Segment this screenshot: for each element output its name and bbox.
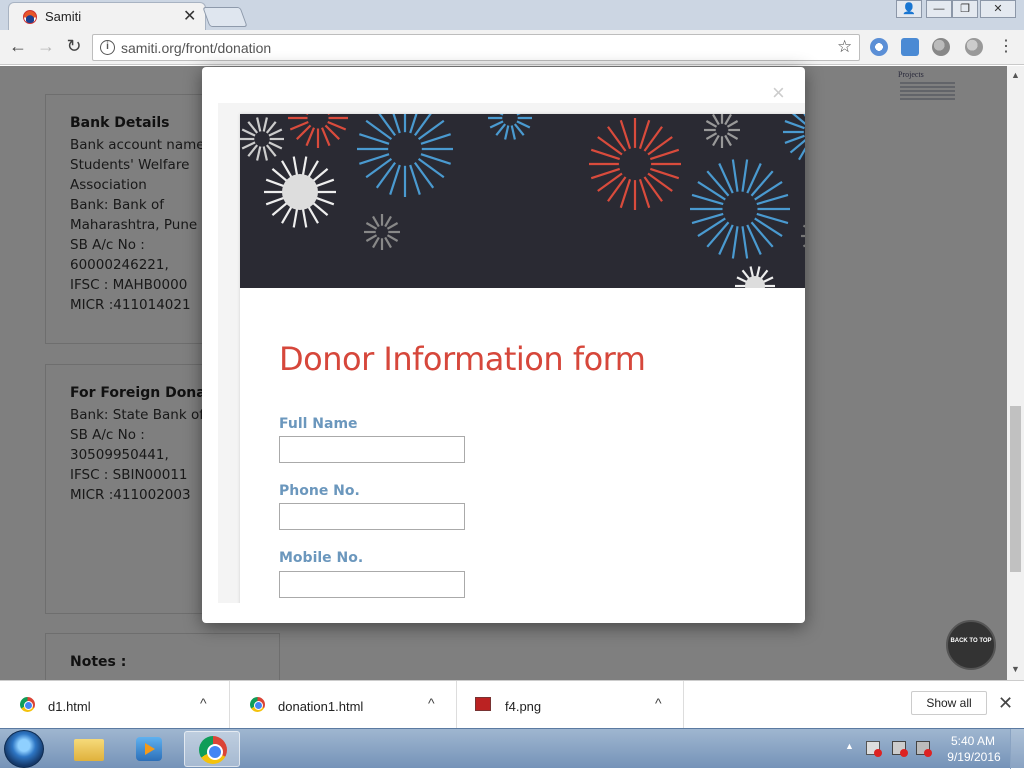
- chrome-icon: [199, 736, 227, 764]
- chrome-icon: [20, 697, 35, 712]
- fireworks-banner: [240, 114, 805, 288]
- download-item[interactable]: d1.html ^: [0, 681, 230, 729]
- address-bar[interactable]: i samiti.org/front/donation ☆: [92, 34, 860, 61]
- tab-close-icon[interactable]: ✕: [183, 6, 196, 26]
- firework-burst: [783, 114, 805, 161]
- extension-icon[interactable]: [870, 38, 888, 56]
- download-item[interactable]: f4.png ^: [457, 681, 684, 729]
- folder-icon: [74, 739, 104, 761]
- error-badge-icon: [874, 749, 882, 757]
- form-card: Donor Information form Full Name Phone N…: [240, 114, 805, 603]
- taskbar-chrome-button[interactable]: [184, 731, 240, 767]
- new-tab-button[interactable]: [202, 7, 248, 27]
- title-bar: Samiti ✕ 👤 — ❐ ✕: [0, 0, 1024, 30]
- extension-icon[interactable]: [901, 38, 919, 56]
- download-filename[interactable]: donation1.html: [278, 699, 363, 714]
- browser-toolbar: ← → ↻ i samiti.org/front/donation ☆ ⋮: [0, 30, 1024, 65]
- download-filename[interactable]: f4.png: [505, 699, 541, 714]
- media-player-icon: [136, 737, 162, 761]
- firework-burst: [264, 156, 336, 228]
- reload-icon[interactable]: ↻: [62, 36, 86, 57]
- full-name-input[interactable]: [279, 436, 465, 463]
- extension-icon[interactable]: [932, 38, 950, 56]
- scrollbar-thumb[interactable]: [1010, 406, 1021, 572]
- taskbar-explorer-button[interactable]: [62, 731, 118, 767]
- clock-date[interactable]: 9/19/2016: [944, 750, 1004, 764]
- windows-taskbar: ▲ 5:40 AM 9/19/2016: [0, 728, 1024, 769]
- firework-bursts: [240, 114, 805, 288]
- donor-form-modal: × Donor Information form Full Name Phone…: [202, 67, 805, 623]
- firework-burst: [364, 214, 400, 250]
- download-filename[interactable]: d1.html: [48, 699, 91, 714]
- minimize-button[interactable]: —: [926, 0, 952, 18]
- user-profile-button[interactable]: 👤: [896, 0, 922, 18]
- firework-burst: [288, 114, 348, 148]
- download-options-caret-icon[interactable]: ^: [655, 695, 662, 711]
- mobile-label: Mobile No.: [279, 550, 364, 566]
- info-icon[interactable]: i: [100, 40, 115, 55]
- clock-time[interactable]: 5:40 AM: [947, 734, 999, 748]
- forward-arrow-icon[interactable]: →: [34, 36, 58, 57]
- browser-menu-icon[interactable]: ⋮: [998, 36, 1014, 56]
- firework-burst: [801, 224, 805, 248]
- phone-input[interactable]: [279, 503, 465, 530]
- error-badge-icon: [924, 749, 932, 757]
- firework-burst: [735, 266, 775, 288]
- show-all-downloads-button[interactable]: Show all: [911, 691, 987, 715]
- bookmark-star-icon[interactable]: ☆: [837, 37, 852, 57]
- firework-burst: [704, 114, 740, 148]
- browser-tab[interactable]: Samiti ✕: [8, 2, 206, 30]
- mobile-input[interactable]: [279, 571, 465, 598]
- download-shelf: d1.html ^ donation1.html ^ f4.png ^ Show…: [0, 680, 1024, 729]
- close-window-button[interactable]: ✕: [980, 0, 1016, 18]
- site-favicon-icon: [23, 10, 37, 24]
- image-file-icon: [475, 697, 491, 711]
- scroll-up-icon[interactable]: ▲: [1011, 70, 1020, 80]
- scroll-down-icon[interactable]: ▼: [1011, 664, 1020, 674]
- page-scrollbar[interactable]: ▲ ▼: [1007, 66, 1024, 680]
- extension-icon[interactable]: [965, 38, 983, 56]
- firework-burst: [357, 114, 453, 197]
- download-item[interactable]: donation1.html ^: [230, 681, 457, 729]
- firework-burst: [240, 117, 284, 161]
- form-title: Donor Information form: [279, 340, 646, 378]
- taskbar-media-player-button[interactable]: [122, 731, 178, 767]
- tab-title: Samiti: [45, 9, 82, 24]
- firework-burst: [589, 118, 681, 210]
- back-to-top-button[interactable]: BACK TO TOP: [946, 620, 996, 670]
- chrome-icon: [250, 697, 265, 712]
- phone-label: Phone No.: [279, 483, 360, 499]
- show-desktop-button[interactable]: [1010, 729, 1024, 769]
- error-badge-icon: [900, 749, 908, 757]
- maximize-button[interactable]: ❐: [952, 0, 978, 18]
- url-text[interactable]: samiti.org/front/donation: [121, 40, 271, 56]
- back-arrow-icon[interactable]: ←: [6, 36, 30, 57]
- start-button[interactable]: [4, 730, 44, 768]
- download-options-caret-icon[interactable]: ^: [428, 695, 435, 711]
- close-shelf-icon[interactable]: ✕: [998, 693, 1013, 714]
- firework-burst: [690, 159, 790, 259]
- full-name-label: Full Name: [279, 416, 358, 432]
- form-frame: Donor Information form Full Name Phone N…: [218, 103, 805, 603]
- fireworks-illustration: [240, 114, 805, 288]
- show-hidden-icons-arrow-icon[interactable]: ▲: [845, 741, 854, 751]
- firework-burst: [488, 114, 532, 140]
- download-options-caret-icon[interactable]: ^: [200, 695, 207, 711]
